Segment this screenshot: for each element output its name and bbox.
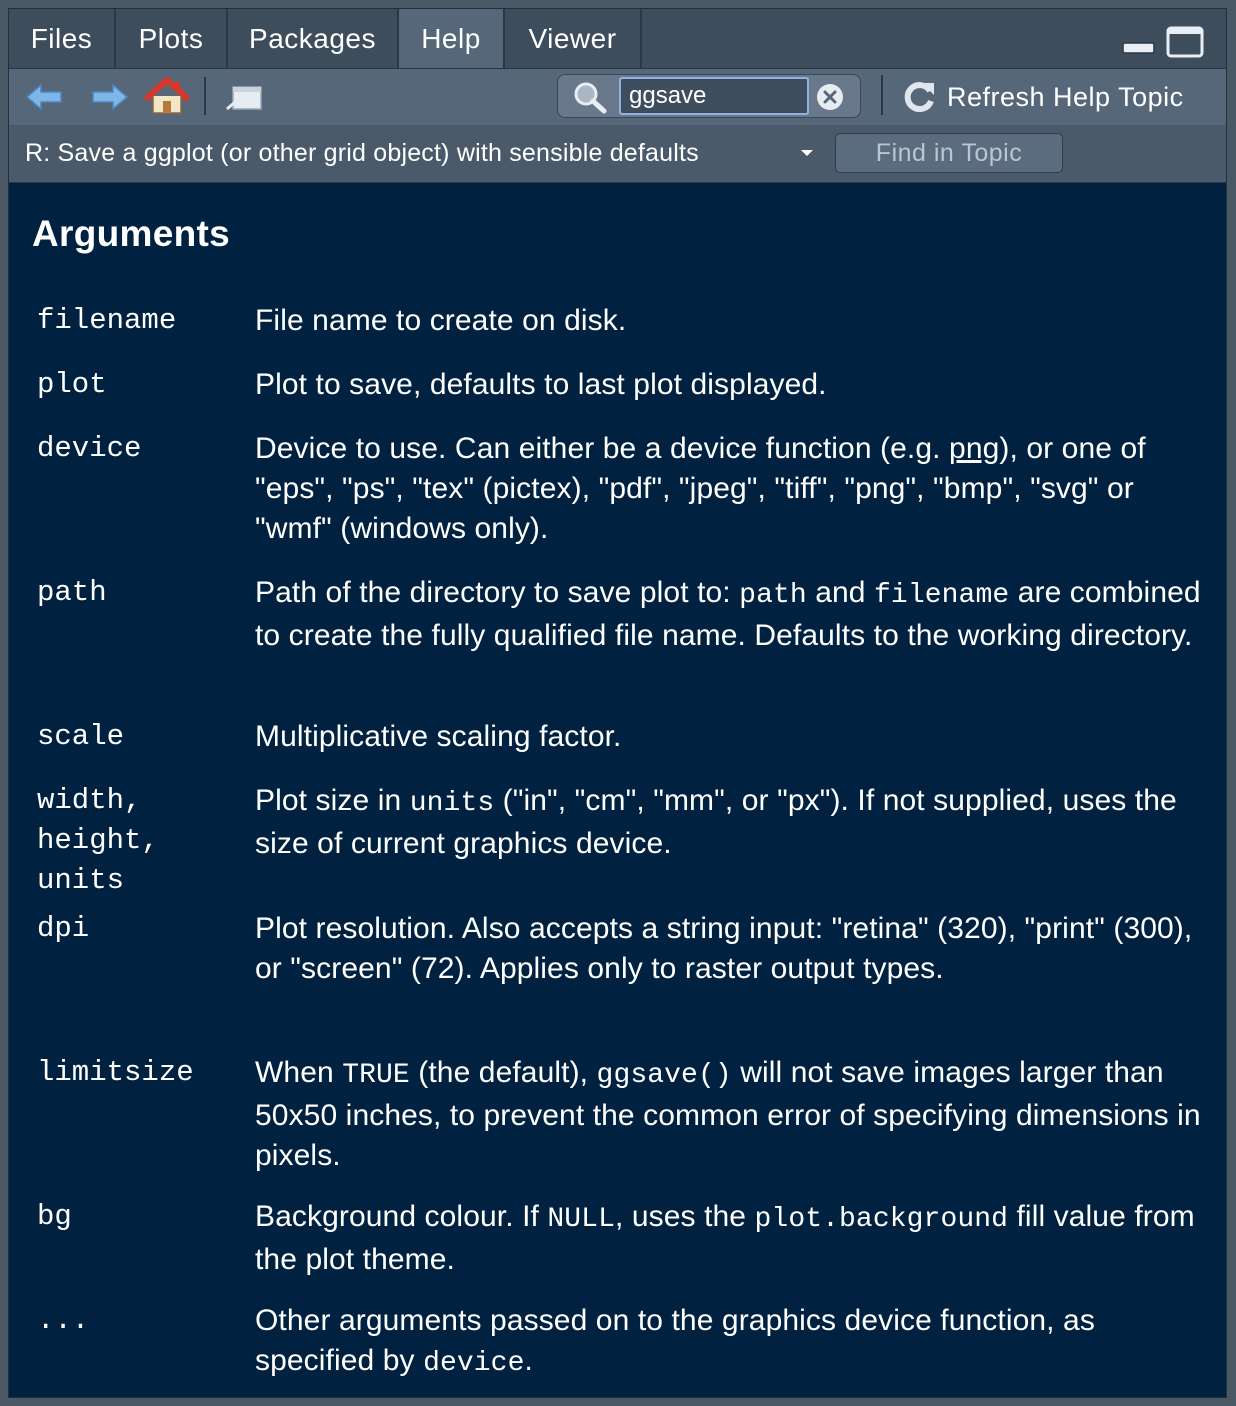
arg-name: scale — [37, 720, 125, 753]
inline-code: ggsave() — [596, 1060, 732, 1091]
tab-label: Viewer — [528, 22, 617, 54]
back-arrow-icon[interactable] — [25, 79, 65, 115]
pane-tab-bar: Files Plots Packages Help Viewer — [9, 9, 1226, 68]
maximize-pane-icon[interactable] — [1165, 25, 1207, 58]
desc-text: Other arguments passed on to the graphic… — [255, 1304, 1095, 1377]
tab-viewer[interactable]: Viewer — [505, 9, 642, 68]
arg-description: Plot resolution. Also accepts a string i… — [255, 912, 1193, 985]
help-pane: Files Plots Packages Help Viewer ggsave … — [8, 8, 1227, 1398]
tab-label: Plots — [138, 22, 204, 54]
toolbar-divider — [881, 75, 883, 115]
desc-text: Background colour. If — [255, 1200, 548, 1233]
arg-description: Multiplicative scaling factor. — [255, 720, 622, 753]
topic-bar: R: Save a ggplot (or other grid object) … — [9, 125, 1226, 183]
popout-icon[interactable] — [223, 77, 267, 117]
inline-code: plot.background — [754, 1204, 1009, 1235]
tab-label: Packages — [249, 22, 376, 54]
desc-text: . — [524, 1344, 533, 1377]
section-heading: Arguments — [32, 213, 230, 254]
arg-name: ... — [37, 1304, 90, 1337]
desc-text: Path of the directory to save plot to: — [255, 576, 740, 609]
arg-name: device — [37, 432, 142, 465]
help-toolbar: Refresh Help Topic — [9, 68, 1226, 126]
toolbar-divider — [204, 77, 206, 115]
help-content: Arguments filename File name to create o… — [9, 183, 1226, 1397]
help-search-box — [557, 74, 861, 118]
desc-text: , uses the — [615, 1200, 755, 1233]
desc-text: When — [255, 1056, 343, 1089]
inline-code: NULL — [547, 1204, 615, 1235]
inline-code: device — [423, 1348, 525, 1379]
find-in-topic-button[interactable]: Find in Topic — [835, 133, 1063, 173]
inline-code: units — [409, 788, 495, 819]
topic-title-dropdown[interactable]: R: Save a ggplot (or other grid object) … — [25, 125, 699, 182]
tab-plots[interactable]: Plots — [116, 9, 228, 68]
home-icon[interactable] — [145, 75, 189, 117]
tab-files[interactable]: Files — [9, 9, 116, 68]
inline-code: filename — [874, 580, 1010, 611]
arg-description: Other arguments passed on to the graphic… — [255, 1301, 1210, 1384]
inline-code: path — [739, 580, 807, 611]
search-icon — [570, 79, 610, 115]
arg-name: path — [37, 576, 107, 609]
help-search-input[interactable] — [619, 77, 809, 115]
refresh-icon[interactable] — [899, 79, 939, 115]
arg-description: File name to create on disk. — [255, 304, 627, 337]
tab-label: Help — [421, 22, 481, 54]
arg-name: width, height, units — [37, 784, 159, 897]
arg-description: Plot size in units ("in", "cm", "mm", or… — [255, 781, 1210, 864]
inline-code: TRUE — [342, 1060, 410, 1091]
arg-name: filename — [37, 304, 177, 337]
desc-text: (the default), — [409, 1056, 597, 1089]
arg-name: bg — [37, 1200, 72, 1233]
desc-text: Device to use. Can either be a device fu… — [255, 432, 950, 465]
arg-description: Plot to save, defaults to last plot disp… — [255, 368, 827, 401]
arg-description: Background colour. If NULL, uses the plo… — [255, 1197, 1210, 1280]
tab-label: Files — [30, 22, 93, 54]
minimize-pane-icon[interactable] — [1121, 27, 1157, 57]
arg-name: dpi — [37, 912, 90, 945]
desc-text: Plot size in — [255, 784, 410, 817]
forward-arrow-icon[interactable] — [89, 79, 129, 115]
arg-description: When TRUE (the default), ggsave() will n… — [255, 1053, 1210, 1176]
arg-name: plot — [37, 368, 107, 401]
png-link[interactable]: png — [949, 432, 999, 465]
arg-name: limitsize — [37, 1056, 194, 1089]
tab-packages[interactable]: Packages — [228, 9, 399, 68]
clear-search-icon[interactable] — [814, 81, 846, 113]
desc-text: and — [806, 576, 875, 609]
refresh-help-topic-button[interactable]: Refresh Help Topic — [947, 69, 1184, 125]
arg-description: Device to use. Can either be a device fu… — [255, 429, 1210, 549]
arg-description: Path of the directory to save plot to: p… — [255, 573, 1210, 656]
tab-help[interactable]: Help — [399, 9, 505, 68]
chevron-down-icon[interactable] — [801, 150, 813, 156]
